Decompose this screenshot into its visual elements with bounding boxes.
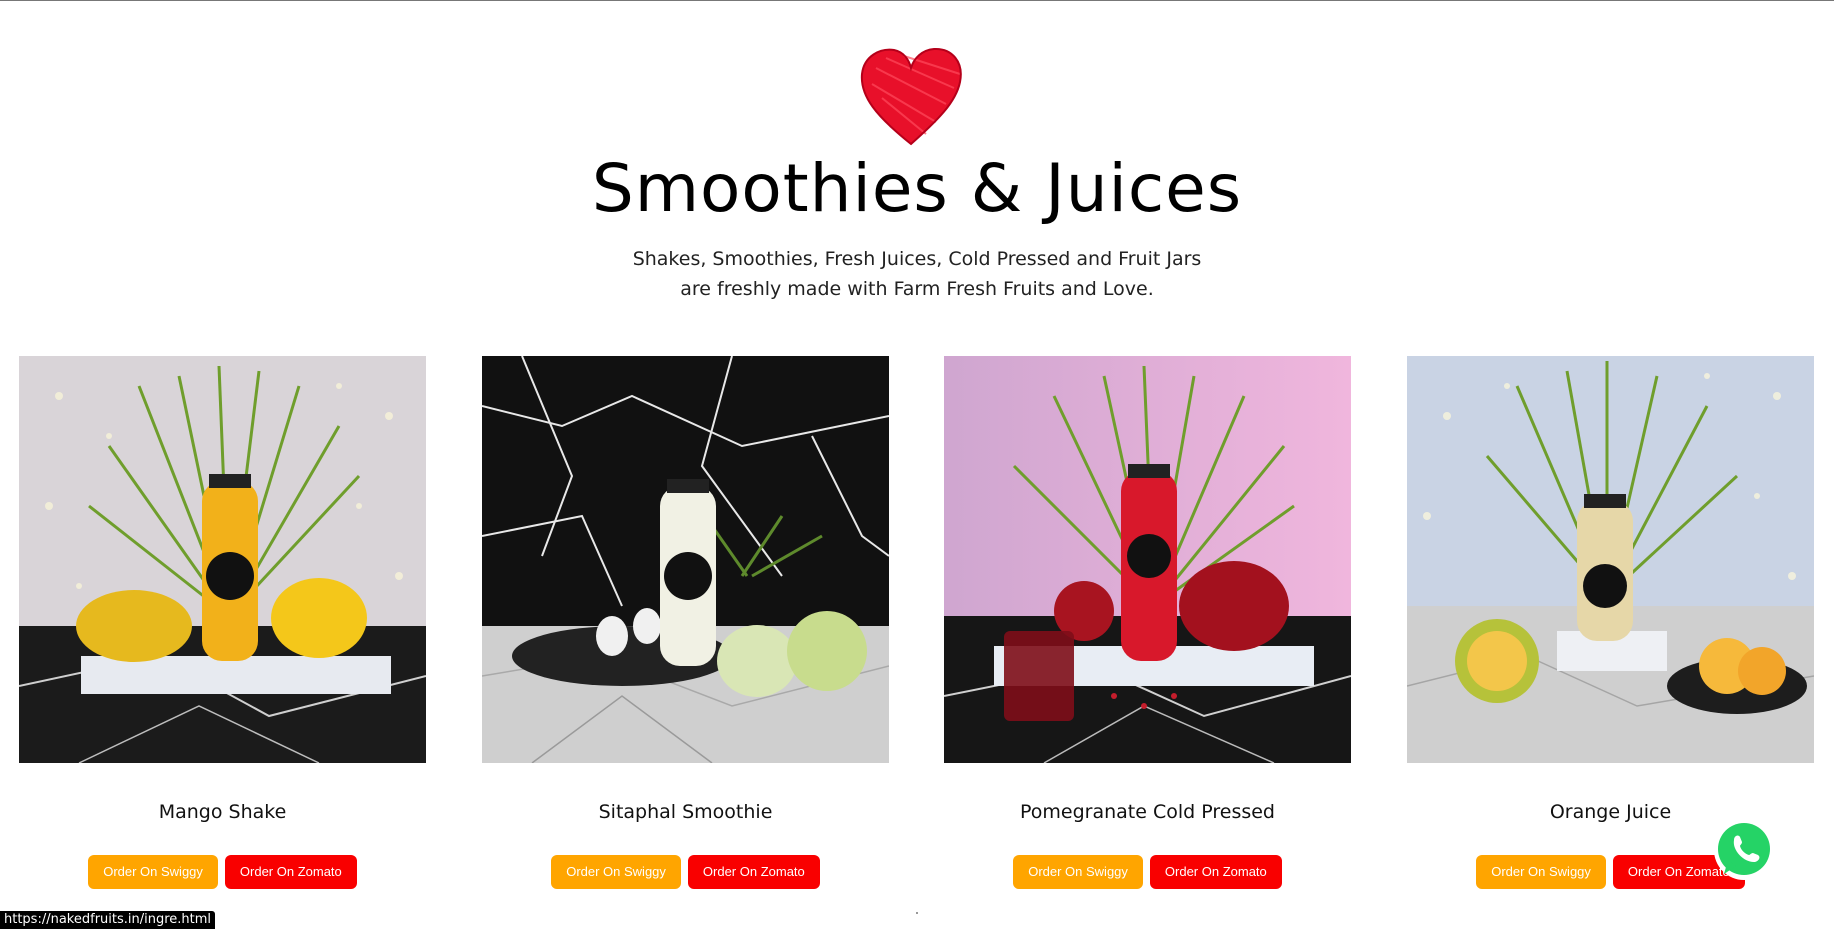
page-title: Smoothies & Juices (591, 150, 1243, 227)
product-name: Mango Shake (158, 801, 287, 823)
order-on-zomato-button[interactable]: Order On Zomato (687, 855, 820, 889)
order-on-swiggy-button[interactable]: Order On Swiggy (88, 855, 218, 889)
product-image-pomegranate-cold-pressed[interactable] (944, 356, 1351, 763)
product-image-orange-juice[interactable] (1407, 356, 1814, 763)
product-card-pomegranate-cold-pressed: Pomegranate Cold Pressed Order On Swiggy… (944, 356, 1351, 889)
order-buttons: Order On Swiggy Order On Zomato (944, 855, 1351, 889)
product-image-mango-shake[interactable] (19, 356, 426, 763)
order-on-swiggy-button[interactable]: Order On Swiggy (1013, 855, 1143, 889)
product-card-orange-juice: Orange Juice Order On Swiggy Order On Zo… (1407, 356, 1814, 889)
carousel-dot[interactable] (916, 912, 918, 914)
order-buttons: Order On Swiggy Order On Zomato (19, 855, 426, 889)
heart-icon (860, 47, 962, 146)
order-on-zomato-button[interactable]: Order On Zomato (224, 855, 357, 889)
order-buttons: Order On Swiggy Order On Zomato (482, 855, 889, 889)
order-on-zomato-button[interactable]: Order On Zomato (1149, 855, 1282, 889)
whatsapp-icon[interactable] (1710, 816, 1778, 884)
order-on-swiggy-button[interactable]: Order On Swiggy (551, 855, 681, 889)
product-image-sitaphal-smoothie[interactable] (482, 356, 889, 763)
subtitle-line-1: Shakes, Smoothies, Fresh Juices, Cold Pr… (632, 248, 1202, 270)
page-subtitle: Shakes, Smoothies, Fresh Juices, Cold Pr… (0, 244, 1834, 304)
product-name: Sitaphal Smoothie (598, 801, 773, 823)
product-name: Pomegranate Cold Pressed (1019, 801, 1275, 823)
top-border (0, 0, 1834, 1)
product-card-mango-shake: Mango Shake Order On Swiggy Order On Zom… (19, 356, 426, 889)
subtitle-line-2: are freshly made with Farm Fresh Fruits … (680, 278, 1154, 300)
order-on-swiggy-button[interactable]: Order On Swiggy (1476, 855, 1606, 889)
status-bar-url: https://nakedfruits.in/ingre.html (0, 911, 216, 929)
product-card-sitaphal-smoothie: Sitaphal Smoothie Order On Swiggy Order … (482, 356, 889, 889)
